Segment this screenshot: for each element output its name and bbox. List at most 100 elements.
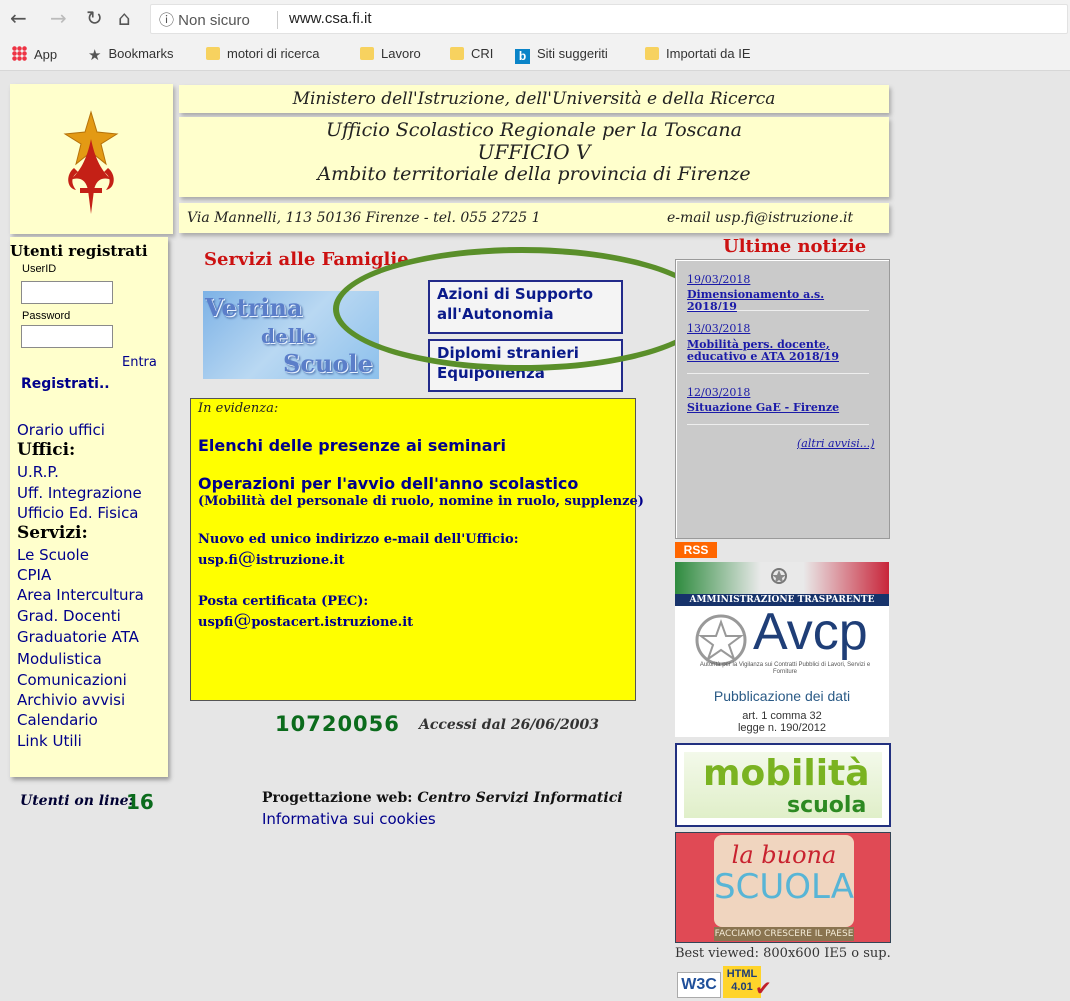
email-label: Nuovo ed unico indirizzo e-mail dell'Uff… [198,532,519,547]
accessi-label: Accessi dal 26/06/2003 [419,717,599,733]
security-indicator[interactable]: ⓘ Non sicuro [159,9,250,30]
bookmark-label: Siti suggeriti [537,46,608,61]
vetrina-word-1: Vetrina [205,293,303,322]
evidenza-title: In evidenza: [198,401,279,416]
news-date[interactable]: 12/03/2018 [687,386,750,399]
w3c-logo: W3C [677,972,721,998]
link-elenchi-presenze[interactable]: Elenchi delle presenze ai seminari [198,436,506,455]
avcp-articolo: art. 1 comma 32 [742,710,822,722]
email-address: usp.fi@istruzione.it [198,548,345,569]
rss-button[interactable]: RSS [675,542,717,558]
back-arrow-icon[interactable]: ← [10,6,27,30]
bookmark-label: Lavoro [381,46,421,61]
header-ambito: Ambito territoriale della provincia di F… [317,163,751,185]
menu-item-calendario[interactable]: Calendario [17,711,98,729]
news-item-link[interactable]: Mobilità pers. docente, educativo e ATA … [687,339,867,363]
menu-item-archivio-avvisi[interactable]: Archivio avvisi [17,691,125,709]
progettazione-label: Progettazione web: [262,790,413,806]
email-at: @ [237,548,256,569]
security-label: Non sicuro [178,12,250,29]
header-email: e-mail usp.fi@istruzione.it [667,210,854,226]
menu-item-modulistica[interactable]: Modulistica [17,650,102,668]
news-separator [687,310,869,311]
news-date[interactable]: 19/03/2018 [687,273,750,286]
bookmark-cri[interactable]: CRI [450,46,493,61]
folder-icon [206,47,220,60]
operazioni-subtitle: (Mobilità del personale di ruolo, nomine… [198,494,644,509]
bookmark-motori[interactable]: motori di ricerca [206,46,319,61]
news-date[interactable]: 13/03/2018 [687,322,750,335]
bing-icon: b [515,49,530,64]
userid-label: UserID [22,263,57,275]
online-users-label: Utenti on line: [20,793,134,809]
html-version: 4.01 [731,981,753,993]
forward-arrow-icon[interactable]: → [50,6,67,30]
menu-item-ed-fisica[interactable]: Ufficio Ed. Fisica [17,504,139,522]
url-text[interactable]: www.csa.fi.it [289,10,372,27]
mobilita-text: mobilità [703,753,870,794]
bookmark-label: motori di ricerca [227,46,320,61]
bookmark-siti-suggeriti[interactable]: b Siti suggeriti [515,46,608,64]
buona-slogan: FACCIAMO CRESCERE IL PAESE [714,927,854,941]
browser-toolbar: ← → ↻ ⌂ ⓘ Non sicuro www.csa.fi.it [0,0,1070,38]
password-label: Password [22,310,71,322]
apps-grid-icon [12,46,27,61]
userid-input[interactable] [21,281,113,304]
logo-panel [10,84,173,234]
news-separator [687,373,869,374]
vetrina-word-2: delle [261,324,316,348]
login-title: Utenti registrati [10,242,148,260]
scuola-logo-text: SCUOLA [714,867,854,907]
folder-icon [360,47,374,60]
emblem-icon [771,568,787,584]
cookies-link[interactable]: Informativa sui cookies [262,810,436,828]
menu-heading-servizi: Servizi: [17,523,88,543]
avcp-pubblicazione: Pubblicazione dei dati [713,688,851,704]
header-address: Via Mannelli, 113 50136 Firenze - tel. 0… [187,210,541,226]
bookmark-bookmarks[interactable]: ★ Bookmarks [88,46,173,64]
reload-icon[interactable]: ↻ [86,6,103,30]
avcp-banner[interactable]: Avcp Autorità per la Vigilanza sui Contr… [675,603,889,737]
menu-orario-uffici[interactable]: Orario uffici [17,421,105,439]
login-button[interactable]: Entra [122,355,157,370]
bookmark-importati[interactable]: Importati da IE [645,46,751,61]
bookmark-label: Importati da IE [666,46,751,61]
menu-item-grad-docenti[interactable]: Grad. Docenti [17,607,121,625]
menu-item-graduatorie-ata[interactable]: Graduatorie ATA [17,628,139,646]
link-operazioni-avvio[interactable]: Operazioni per l'avvio dell'anno scolast… [198,474,578,493]
servizi-famiglie-title: Servizi alle Famiglie [204,249,409,270]
menu-item-le-scuole[interactable]: Le Scuole [17,546,89,564]
menu-item-link-utili[interactable]: Link Utili [17,732,82,750]
header-contacts: Via Mannelli, 113 50136 Firenze - tel. 0… [179,203,889,233]
email-domain: istruzione.it [255,553,345,568]
home-icon[interactable]: ⌂ [118,6,131,30]
menu-item-comunicazioni[interactable]: Comunicazioni [17,671,127,689]
checkmark-icon: ✔ [755,976,772,1000]
pec-label: Posta certificata (PEC): [198,594,369,609]
menu-item-urp[interactable]: U.R.P. [17,463,59,481]
mobilita-scuola-banner[interactable]: mobilità scuola [675,743,891,827]
email-user: usp.fi [198,553,238,568]
menu-item-cpia[interactable]: CPIA [17,566,51,584]
la-buona-text: la buona [731,841,837,869]
header-ministero: Ministero dell'Istruzione, dell'Universi… [179,85,889,113]
republic-emblem-icon [695,614,747,666]
pec-at: @ [233,610,252,631]
menu-item-integrazione[interactable]: Uff. Integrazione [17,484,142,502]
pec-user: uspfi [198,615,234,630]
pec-address: uspfi@postacert.istruzione.it [198,610,413,631]
address-bar[interactable]: ⓘ Non sicuro www.csa.fi.it [150,4,1068,34]
news-title: Ultime notizie [723,236,867,257]
menu-heading-uffici: Uffici: [17,440,76,460]
bookmark-lavoro[interactable]: Lavoro [360,46,421,61]
vetrina-word-3: Scuole [283,349,373,378]
w3c-html-badge[interactable]: W3C HTML 4.01 ✔ [677,966,781,1000]
password-input[interactable] [21,325,113,348]
news-item-link[interactable]: Situazione GaE - Firenze [687,402,867,414]
buona-scuola-banner[interactable]: la buona SCUOLA FACCIAMO CRESCERE IL PAE… [675,832,891,943]
register-link[interactable]: Registrati.. [21,376,110,392]
bookmark-apps[interactable]: App [12,46,57,62]
progettazione-name: Centro Servizi Informatici [417,790,623,806]
altri-avvisi-link[interactable]: (altri avvisi...) [797,437,875,450]
menu-item-area-intercultura[interactable]: Area Intercultura [17,586,144,604]
